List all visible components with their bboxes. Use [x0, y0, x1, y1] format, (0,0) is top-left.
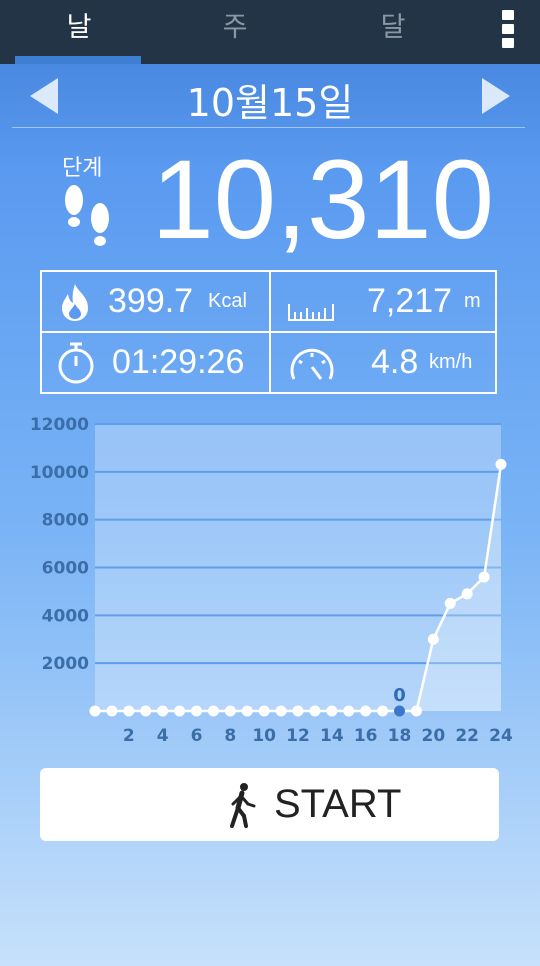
x-tick-label: 16 [354, 726, 378, 746]
data-point [360, 705, 372, 717]
x-tick-label: 4 [157, 726, 169, 746]
x-tick-label: 6 [191, 726, 203, 746]
duration-stat: 01:29:26 [42, 333, 269, 392]
data-point [478, 571, 490, 583]
x-tick-label: 8 [224, 726, 236, 746]
y-tick-label: 8000 [42, 511, 89, 531]
data-point [207, 705, 219, 717]
data-point [106, 705, 118, 717]
ruler-icon [288, 304, 334, 321]
stopwatch-icon [58, 342, 94, 384]
flame-icon [62, 284, 88, 321]
speed-value: 4.8 [371, 343, 419, 381]
data-point [224, 705, 236, 717]
data-point [377, 705, 389, 717]
data-point [241, 705, 253, 717]
x-tick-label: 2 [123, 726, 135, 746]
tab-day[interactable]: 날 [15, 0, 143, 64]
walking-person-icon [230, 783, 256, 828]
y-tick-label: 12000 [30, 415, 89, 435]
next-day-arrow-icon[interactable] [482, 78, 510, 114]
data-point [157, 705, 169, 717]
divider [12, 127, 525, 128]
active-tab-indicator [15, 56, 141, 64]
data-point [461, 588, 473, 600]
x-tick-label: 18 [388, 726, 412, 746]
start-button-label: START [274, 782, 402, 826]
data-point [258, 705, 270, 717]
y-tick-label: 2000 [42, 654, 89, 674]
y-tick-label: 4000 [42, 606, 89, 626]
x-tick-label: 14 [320, 726, 344, 746]
distance-value: 7,217 [367, 282, 453, 320]
data-point [427, 633, 439, 645]
data-point [191, 705, 202, 717]
more-vertical-icon[interactable] [502, 10, 516, 52]
data-point [89, 705, 101, 717]
steps-count: 10,310 [151, 137, 494, 262]
data-point [174, 705, 186, 717]
x-tick-label: 22 [455, 726, 479, 746]
data-point [292, 705, 304, 717]
tab-week[interactable]: 주 [171, 0, 299, 64]
distance-unit: m [464, 290, 481, 312]
date-title: 10월15일 [186, 81, 354, 125]
stats-grid: 399.7 Kcal 7,217 m 01:29:26 4.8 km/h [40, 270, 497, 394]
y-tick-label: 10000 [30, 463, 89, 483]
tab-month[interactable]: 달 [329, 0, 457, 64]
data-point [444, 597, 456, 609]
data-point [140, 705, 152, 717]
footprints-icon [65, 185, 109, 246]
y-tick-label: 6000 [42, 559, 89, 579]
calories-value: 399.7 [108, 282, 194, 320]
data-point [326, 705, 338, 717]
data-point [123, 705, 135, 717]
calories-unit: Kcal [208, 290, 247, 312]
hourly-steps-chart: 200040006000800010000120002 4 6 8 10 12 14 16 18… [30, 415, 513, 746]
steps-label: 단계 [62, 156, 103, 181]
speedometer-icon [290, 348, 334, 380]
duration-value: 01:29:26 [112, 343, 245, 381]
start-button[interactable]: START [40, 768, 499, 841]
speed-stat: 4.8 km/h [271, 333, 497, 392]
data-point [410, 705, 422, 717]
calories-stat: 399.7 Kcal [42, 272, 269, 331]
highlight-value-label: 0 [393, 685, 406, 706]
x-tick-label: 20 [421, 726, 445, 746]
distance-stat: 7,217 m [271, 272, 497, 331]
x-tick-label: 24 [489, 726, 513, 746]
data-point [495, 458, 507, 470]
x-tick-label: 10 [252, 726, 276, 746]
top-tab-bar: 날 주 달 [0, 0, 540, 64]
data-point [343, 705, 355, 717]
date-navigation: 10월15일 [0, 64, 540, 128]
data-point [275, 705, 287, 717]
data-point [309, 705, 321, 717]
speed-unit: km/h [429, 351, 473, 373]
highlighted-data-point [394, 705, 405, 717]
x-tick-label: 12 [286, 726, 310, 746]
